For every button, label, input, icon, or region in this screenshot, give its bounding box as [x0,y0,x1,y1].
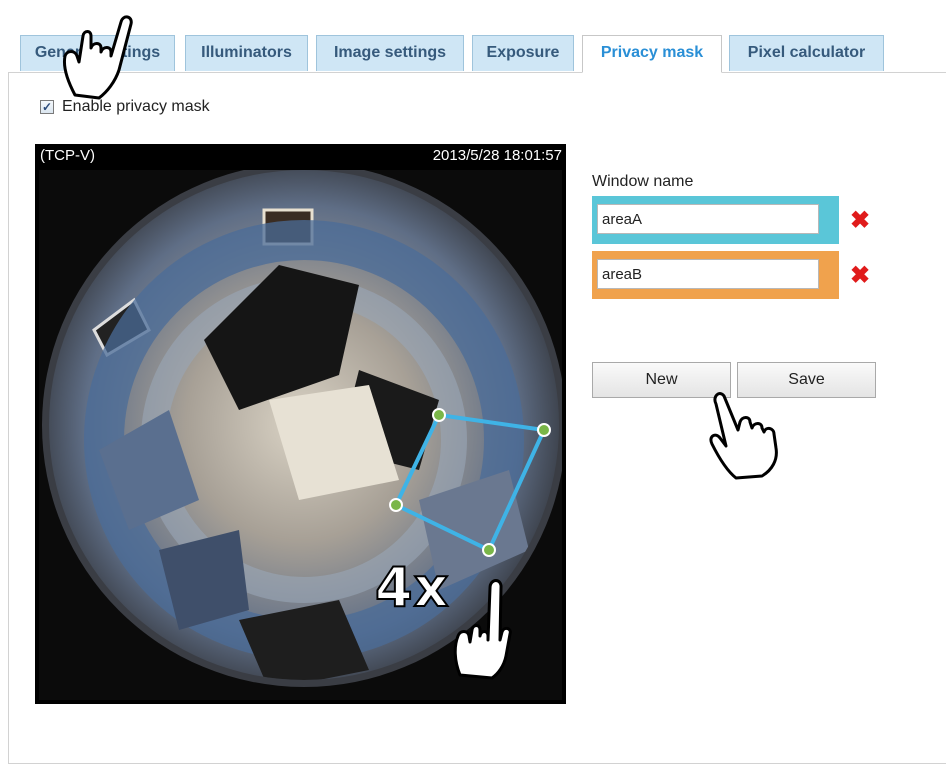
video-timestamp: 2013/5/28 18:01:57 [432,147,562,164]
delete-area-b-icon[interactable]: ✖ [850,263,870,289]
enable-privacy-mask-label: Enable privacy mask [62,98,210,115]
video-source-label: (TCP-V) [40,147,95,164]
clicking-hand-icon [709,392,778,480]
click-count-label: 4x [374,555,450,620]
mask-handle [537,423,551,437]
tab-privacy-mask[interactable]: Privacy mask [582,35,722,73]
enable-privacy-mask-checkbox[interactable]: ✓ [40,100,54,114]
tab-image-settings[interactable]: Image settings [316,35,464,71]
pointing-hand-icon [63,15,133,100]
tab-exposure[interactable]: Exposure [472,35,574,71]
window-name-label: Window name [592,173,694,190]
pointing-hand-icon [453,579,512,680]
mask-handle [482,543,496,557]
mask-handle [389,498,403,512]
tab-pixel-calculator[interactable]: Pixel calculator [729,35,884,71]
delete-area-a-icon[interactable]: ✖ [850,208,870,234]
video-status-bar: (TCP-V) 2013/5/28 18:01:57 [35,144,566,168]
tab-illuminators[interactable]: Illuminators [185,35,308,71]
area-a-row [592,196,839,244]
area-a-name-input[interactable] [597,204,819,234]
area-b-name-input[interactable] [597,259,819,289]
area-b-row [592,251,839,299]
mask-handle [432,408,446,422]
